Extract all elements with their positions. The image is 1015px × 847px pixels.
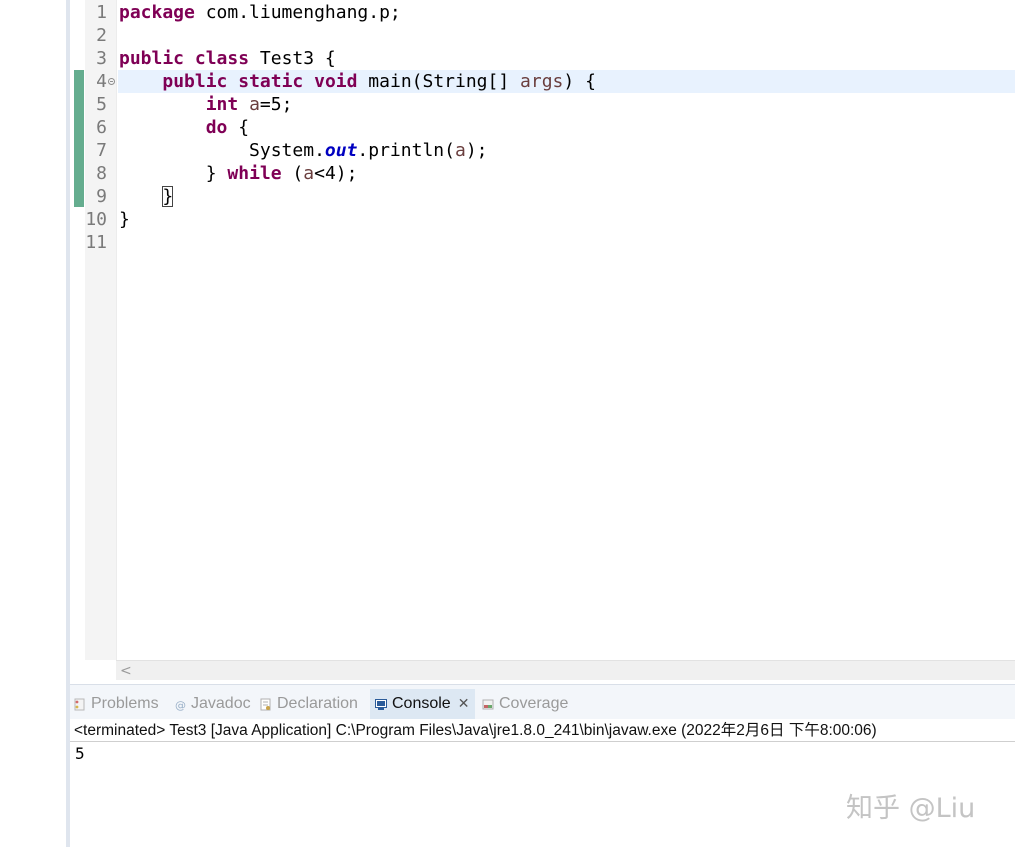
line-number: 3 (96, 48, 107, 69)
console-divider (70, 741, 1015, 742)
code-text: System. (249, 140, 325, 161)
variable: a (303, 163, 315, 184)
quick-diff-change-bar (74, 70, 84, 207)
line-number: 8 (96, 163, 107, 184)
fold-area (85, 70, 116, 93)
line-number: 2 (96, 25, 107, 46)
code-text: ) { (563, 71, 596, 92)
line-number: 5 (96, 94, 107, 115)
keyword: package (119, 2, 195, 23)
watermark: 知乎 @Liu (846, 793, 976, 824)
tab-problems[interactable]: Problems (74, 689, 159, 719)
code-area[interactable]: package com.liumenghang.p; public class … (118, 0, 1015, 660)
tab-console[interactable]: Console ✕ (370, 689, 476, 719)
code-line-8: } while (a<4); (119, 162, 358, 185)
variable: a (454, 140, 466, 161)
tab-label: Declaration (277, 695, 358, 712)
static-field: out (324, 140, 358, 161)
console-status-line: <terminated> Test3 [Java Application] C:… (74, 722, 877, 739)
coverage-icon (482, 698, 494, 711)
line-number: 11 (85, 232, 107, 253)
line-number: 1 (96, 2, 107, 23)
keyword: public (162, 71, 228, 92)
problems-icon (74, 698, 86, 711)
variable: a (249, 94, 260, 115)
fold-collapse-icon[interactable] (108, 78, 115, 85)
code-text: ); (465, 140, 488, 161)
line-number: 9 (96, 186, 107, 207)
panel-tab-bar: Problems @ Javadoc Declaration Console ✕ (70, 684, 1015, 719)
at-sign-icon: @ (174, 698, 186, 712)
line-number: 10 (85, 209, 107, 230)
variable: args (520, 71, 564, 92)
keyword: while (227, 163, 282, 184)
code-text: =5; (259, 94, 293, 115)
code-text: main(String[] (357, 71, 521, 92)
code-text: .println( (357, 140, 455, 161)
keyword: static (238, 71, 304, 92)
tab-javadoc[interactable]: @ Javadoc (174, 689, 251, 719)
line-number: 7 (96, 140, 107, 161)
code-line-3: public class Test3 { (119, 47, 336, 70)
code-line-5: int a=5; (119, 93, 293, 116)
code-text: ( (281, 163, 304, 184)
keyword: void (314, 71, 358, 92)
svg-text:@: @ (175, 699, 186, 711)
code-text: { (227, 117, 250, 138)
tab-label: Javadoc (191, 695, 251, 712)
left-strip (0, 0, 66, 847)
tab-label: Console (392, 695, 451, 712)
chevron-left-icon[interactable]: < (120, 661, 132, 680)
line-number: 6 (96, 117, 107, 138)
code-editor[interactable]: 1 2 3 4 5 6 7 8 9 10 11 package com.lium… (70, 0, 1015, 680)
code-text: <4); (314, 163, 358, 184)
code-text: com.liumenghang.p; (194, 2, 401, 23)
code-line-7: System.out.println(a); (119, 139, 488, 162)
tab-declaration[interactable]: Declaration (260, 689, 358, 719)
keyword: class (194, 48, 250, 69)
close-icon[interactable]: ✕ (458, 696, 470, 712)
code-line-4: public static void main(String[] args) { (119, 70, 596, 93)
line-number-gutter: 1 2 3 4 5 6 7 8 9 10 11 (85, 0, 117, 660)
matching-bracket: } (162, 186, 174, 207)
tab-label: Problems (91, 695, 159, 712)
keyword: public (119, 48, 185, 69)
keyword: do (205, 117, 228, 138)
tab-coverage[interactable]: Coverage (482, 689, 568, 719)
overview-ruler (70, 0, 85, 660)
tab-label: Coverage (499, 695, 569, 712)
horizontal-scrollbar[interactable]: < (116, 660, 1015, 680)
code-line-10: } (119, 209, 130, 230)
console-icon (375, 698, 387, 711)
code-text: Test3 { (249, 48, 336, 69)
code-text: } (205, 163, 228, 184)
declaration-icon (260, 698, 272, 711)
code-line-6: do { (119, 116, 249, 139)
keyword: int (205, 94, 239, 115)
console-output[interactable]: 5 (75, 744, 85, 764)
code-line-9: } (119, 185, 174, 208)
code-line-1: package com.liumenghang.p; (119, 1, 401, 24)
